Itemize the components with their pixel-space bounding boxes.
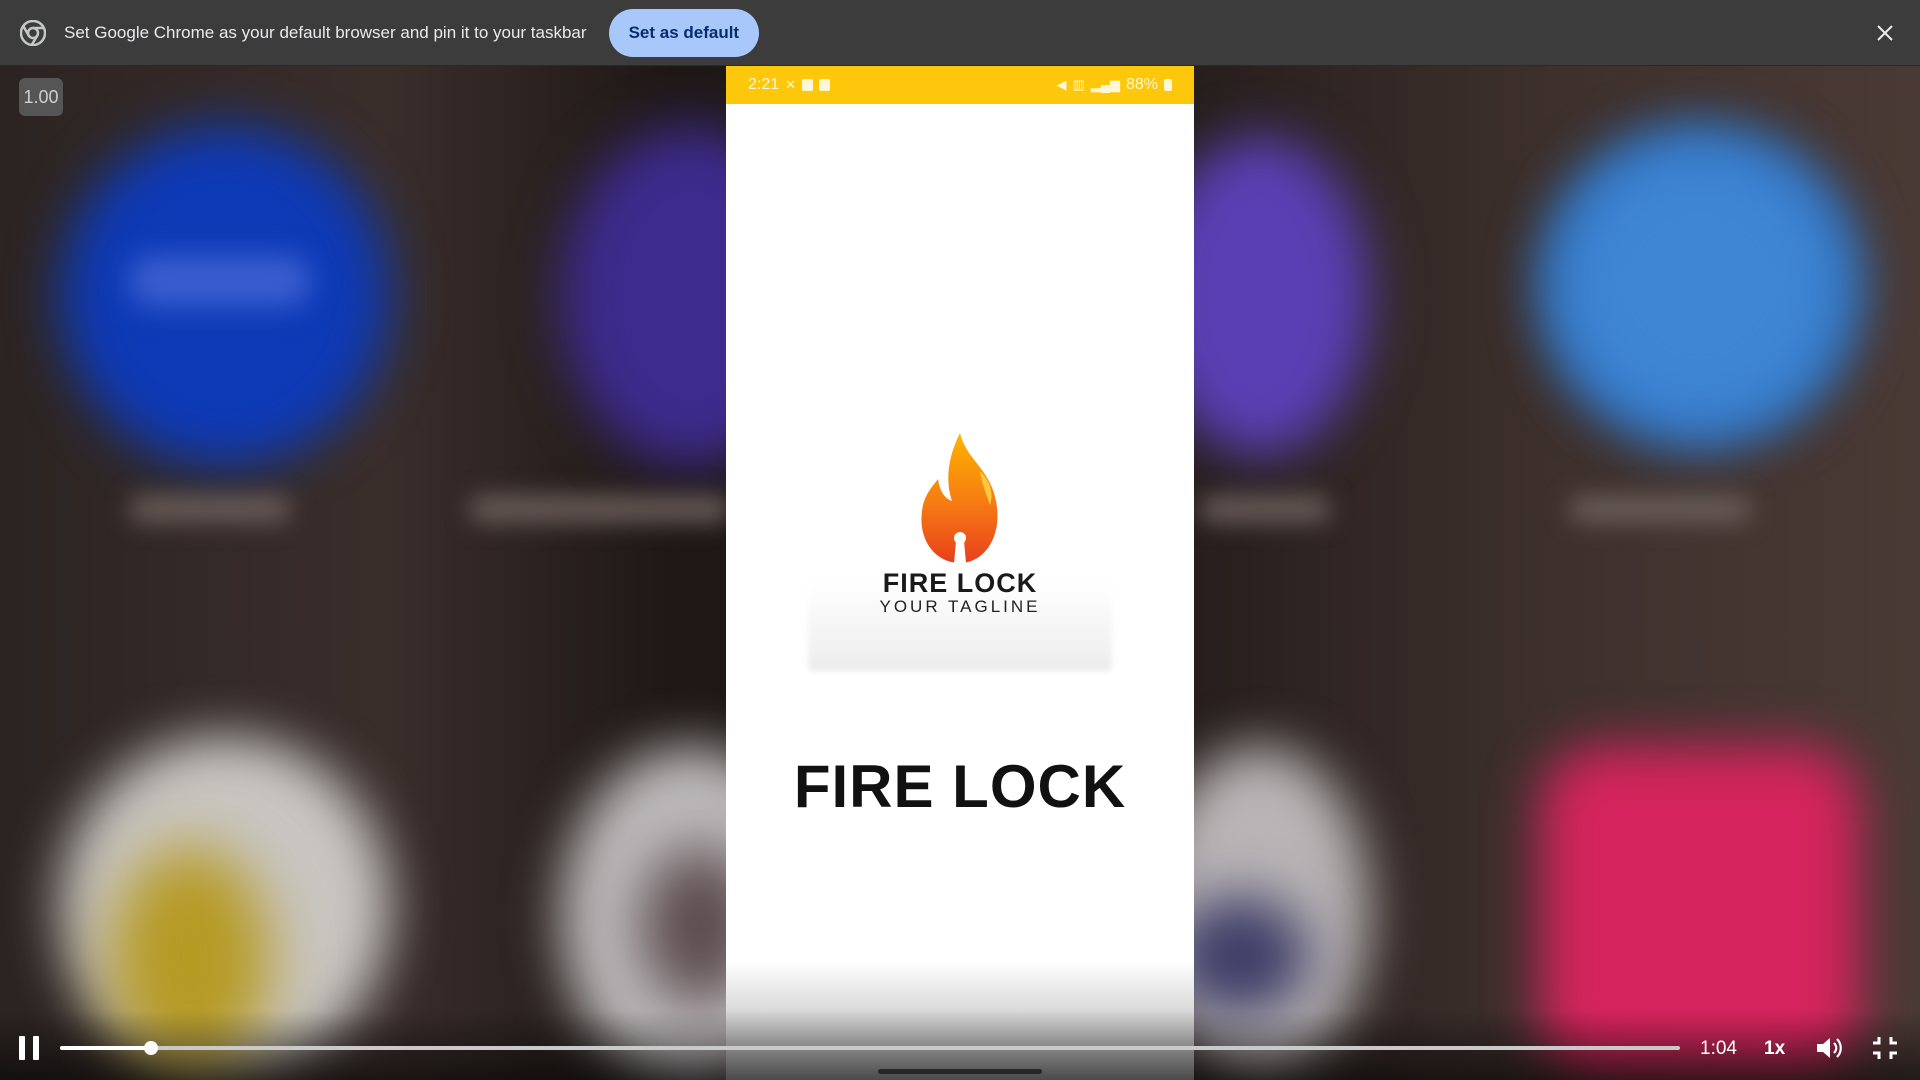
signal-icon: ▂▄▆ xyxy=(1090,77,1120,92)
wifi-icon: ▥ xyxy=(1072,77,1085,92)
infobar-message: Set Google Chrome as your default browse… xyxy=(64,22,587,42)
mute-icon: ◀ xyxy=(1056,77,1067,92)
progress-thumb[interactable] xyxy=(143,1041,158,1055)
phone-video-frame[interactable]: 2:21 ✕ ◀ ▥ ▂▄▆ 88% FIRE LOCK YOUR TAGLIN… xyxy=(726,66,1194,1080)
volume-icon[interactable] xyxy=(1814,1034,1844,1062)
pause-icon[interactable] xyxy=(19,1036,41,1060)
app-title: FIRE LOCK xyxy=(793,753,1127,820)
logo-brand-text: FIRE LOCK xyxy=(882,568,1038,598)
close-icon[interactable] xyxy=(1872,20,1898,46)
flame-icon xyxy=(921,433,998,563)
notification-icon xyxy=(819,79,831,91)
exit-fullscreen-icon[interactable] xyxy=(1871,1035,1899,1061)
progress-slider[interactable] xyxy=(60,1041,1680,1055)
side-handle xyxy=(1188,203,1194,349)
set-as-default-button[interactable]: Set as default xyxy=(608,8,760,57)
battery-level: 88% xyxy=(1125,76,1158,93)
default-browser-infobar: Set Google Chrome as your default browse… xyxy=(0,0,1920,66)
notification-icon xyxy=(802,79,814,91)
chrome-logo-icon xyxy=(20,19,46,46)
fire-lock-logo: FIRE LOCK YOUR TAGLINE xyxy=(726,431,1194,617)
video-controls-bar xyxy=(0,1010,1920,1080)
speed-button[interactable]: 1x xyxy=(1764,1038,1785,1060)
progress-fill xyxy=(60,1046,151,1050)
phone-status-bar: 2:21 ✕ ◀ ▥ ▂▄▆ 88% xyxy=(726,66,1194,104)
playback-rate-badge: 1.00 xyxy=(19,78,63,116)
current-time: 1:04 xyxy=(1700,1038,1737,1059)
status-time: 2:21 xyxy=(748,76,780,93)
notification-icon: ✕ xyxy=(785,77,797,92)
logo-tagline: YOUR TAGLINE xyxy=(879,597,1041,616)
battery-icon xyxy=(1164,79,1172,91)
